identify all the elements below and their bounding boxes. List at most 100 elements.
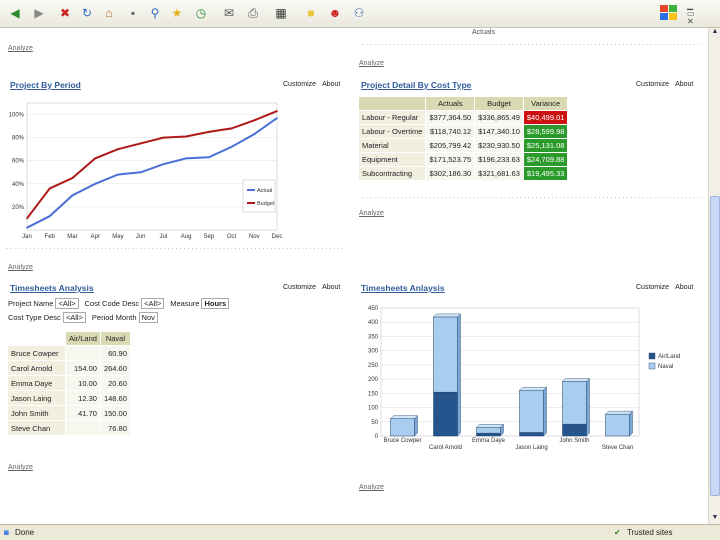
timesheets-cell-naval: 20.60 xyxy=(99,375,131,391)
customize-link[interactable]: Customize xyxy=(283,284,316,291)
divider-dots: ........................................… xyxy=(362,193,702,200)
filter-select-project-name[interactable]: <All> xyxy=(55,298,79,309)
data-point xyxy=(139,142,142,145)
table-row: John Smith 41.70 150.00 xyxy=(7,405,131,421)
vertical-scrollbar[interactable]: ▲ ▼ xyxy=(708,28,720,524)
about-link[interactable]: About xyxy=(675,81,693,88)
discuss-icon[interactable]: ▪ xyxy=(124,4,142,22)
y-tick-label: 60% xyxy=(12,159,25,165)
bar-top xyxy=(476,424,504,428)
filter-select-cost-code[interactable]: <All> xyxy=(141,298,165,309)
analyze-link-cost-type[interactable]: Analyze xyxy=(359,210,384,217)
scroll-down-icon[interactable]: ▼ xyxy=(710,514,720,524)
panel-links-project-by-period: Customize About xyxy=(283,81,340,88)
x-tick-label: Jason Laing xyxy=(515,445,547,451)
line-chart-project-by-period: 20% 40% 60% 80% 100% Jan Feb Mar Apr May Jun Jul Aug… xyxy=(9,102,282,240)
bar-side xyxy=(586,377,590,437)
cost-table-cell-budget: $336,865.49 xyxy=(474,110,524,125)
back-icon[interactable]: ◀ xyxy=(6,4,24,22)
about-link[interactable]: About xyxy=(322,284,340,291)
data-point xyxy=(162,163,165,165)
cost-table-header[interactable]: Budget xyxy=(474,96,524,111)
panel-title-timesheets-table[interactable]: Timesheets Analysis xyxy=(10,283,94,293)
cost-type-table: Actuals Budget Variance Labour - Regular $3… xyxy=(357,96,569,181)
stop-icon[interactable]: ✖ xyxy=(56,4,74,22)
data-point xyxy=(117,148,119,150)
data-point xyxy=(139,171,142,174)
analyze-link-top-left[interactable]: Analyze xyxy=(8,45,33,52)
timesheets-cell-naval: 150.00 xyxy=(99,405,131,421)
forward-icon[interactable]: ▶ xyxy=(30,4,48,22)
bar-top xyxy=(562,378,590,382)
notes-icon[interactable]: ■ xyxy=(302,4,320,22)
status-text: Done xyxy=(15,528,35,537)
table-row: Labour - Regular $377,364.50 $336,865.49 $4… xyxy=(357,110,569,125)
print-icon[interactable]: ⎙ xyxy=(244,4,262,22)
table-row: Carol Arnold 154.00 264.60 xyxy=(7,360,131,376)
timesheets-cell-air: 154.00 xyxy=(65,360,101,376)
cost-table-header xyxy=(357,96,427,111)
scroll-up-icon[interactable]: ▲ xyxy=(710,28,720,38)
y-tick-label: 80% xyxy=(12,136,25,142)
data-point xyxy=(230,127,233,130)
timesheets-cell-name: John Smith xyxy=(7,405,66,421)
filter-label-cost-code: Cost Code Desc xyxy=(84,299,140,308)
data-point xyxy=(71,177,74,179)
edit-icon[interactable]: ▦ xyxy=(272,4,290,22)
x-tick-label: John Smith xyxy=(559,438,589,444)
filter-select-measure[interactable]: Hours xyxy=(201,298,230,309)
y-tick-label: 0 xyxy=(375,434,379,440)
bar-naval xyxy=(562,381,587,425)
cost-table-header[interactable]: Actuals xyxy=(425,96,476,111)
favorites-icon[interactable]: ★ xyxy=(168,4,186,22)
customize-link[interactable]: Customize xyxy=(636,81,669,88)
table-row: Steve Chan 76.80 xyxy=(7,420,131,436)
bar-air-land xyxy=(476,432,501,437)
about-link[interactable]: About xyxy=(322,81,340,88)
panel-title-project-by-period[interactable]: Project By Period xyxy=(10,80,81,90)
home-icon[interactable]: ⌂ xyxy=(100,4,118,22)
customize-link[interactable]: Customize xyxy=(283,81,316,88)
data-point xyxy=(94,157,96,160)
data-point xyxy=(48,187,51,190)
data-point xyxy=(26,226,28,229)
bar-top xyxy=(433,313,461,318)
cost-table-cell-budget: $230,930.50 xyxy=(474,138,524,153)
cost-table-cell-label: Subcontracting xyxy=(357,166,427,181)
scroll-thumb[interactable] xyxy=(710,196,720,496)
window-controls: ▁ ▭ ✕ xyxy=(687,2,717,26)
timesheets-cell-name: Carol Arnold xyxy=(7,360,66,376)
x-tick-label: Steve Chan xyxy=(602,445,633,451)
filter-label-period-month: Period Month xyxy=(91,313,137,322)
bar-naval xyxy=(476,427,501,434)
plot-area xyxy=(380,307,640,437)
panel-title-cost-type[interactable]: Project Detail By Cost Type xyxy=(361,80,471,90)
cost-table-header[interactable]: Variance xyxy=(522,96,569,111)
timesheets-table-header[interactable]: Naval xyxy=(99,331,131,346)
analyze-link-top-right[interactable]: Analyze xyxy=(359,60,384,67)
messenger-icon[interactable]: ☻ xyxy=(326,4,344,22)
analyze-link-mid-left[interactable]: Analyze xyxy=(8,264,33,271)
analyze-link-timesheets-chart[interactable]: Analyze xyxy=(359,484,384,491)
x-tick-label: Emma Daye xyxy=(472,438,506,444)
y-tick-label: 40% xyxy=(12,182,25,188)
users-icon[interactable]: ⚇ xyxy=(350,4,368,22)
timesheets-table: Air/Land Naval Bruce Cowper 60.90 Carol Arn… xyxy=(7,331,131,436)
page-done-icon: ◙ xyxy=(4,528,9,537)
timesheets-table-header[interactable]: Air/Land xyxy=(65,331,101,346)
cost-table-cell-actual: $171,523.75 xyxy=(425,152,476,167)
data-point xyxy=(26,217,28,220)
analyze-link-timesheets-table[interactable]: Analyze xyxy=(8,464,33,471)
customize-link[interactable]: Customize xyxy=(636,284,669,291)
about-link[interactable]: About xyxy=(675,284,693,291)
search-icon[interactable]: ⚲ xyxy=(146,4,164,22)
panel-title-timesheets-chart[interactable]: Timesheets Anlaysis xyxy=(361,283,445,293)
x-tick-label: Oct xyxy=(227,234,237,240)
history-icon[interactable]: ◷ xyxy=(192,4,210,22)
close-icon[interactable]: ✕ xyxy=(687,18,717,26)
x-tick-label: Jun xyxy=(136,234,146,240)
filter-select-period-month[interactable]: Nov xyxy=(138,312,158,323)
filter-select-cost-type[interactable]: <All> xyxy=(62,312,86,323)
refresh-icon[interactable]: ↻ xyxy=(78,4,96,22)
mail-icon[interactable]: ✉ xyxy=(220,4,238,22)
